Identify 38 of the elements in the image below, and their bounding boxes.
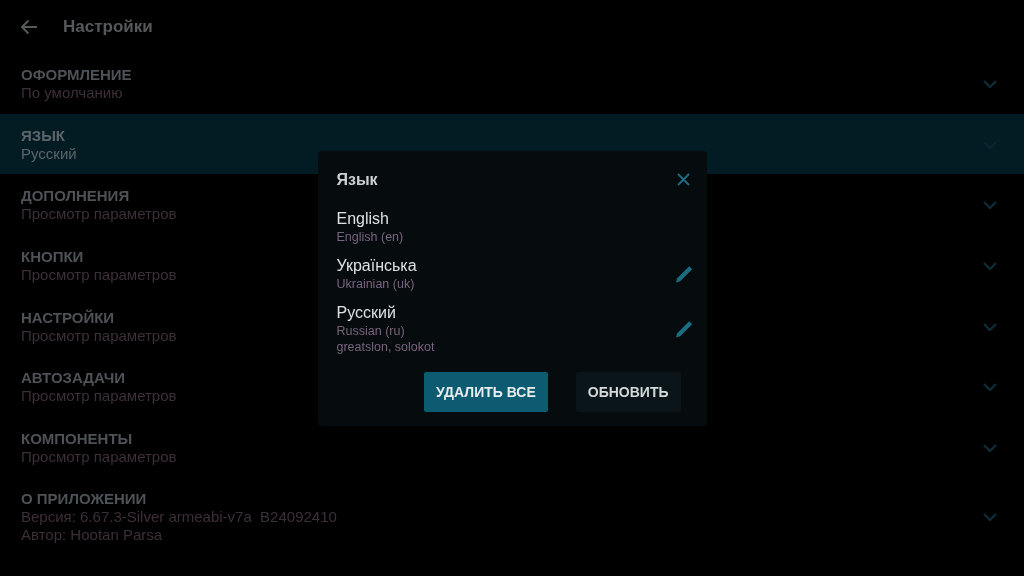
section-value: Просмотр параметров xyxy=(21,447,177,466)
chevron-down-icon xyxy=(983,261,997,270)
section-title[interactable]: КОМПОНЕНТЫ xyxy=(21,429,133,448)
section-title[interactable]: О ПРИЛОЖЕНИИ xyxy=(21,489,147,508)
language-detail: greatslon, solokot xyxy=(336,338,435,355)
section-value: Просмотр параметров xyxy=(21,205,177,224)
refresh-button[interactable]: ОБНОВИТЬ xyxy=(575,371,681,412)
section-value: Просмотр параметров xyxy=(21,387,177,406)
section-value: Автор: Hootan Parsa xyxy=(21,525,163,544)
back-icon[interactable] xyxy=(20,18,38,35)
section-value: Просмотр параметров xyxy=(21,265,177,284)
section-value: Русский xyxy=(21,144,77,163)
language-name[interactable]: Українська xyxy=(336,255,417,276)
chevron-down-icon xyxy=(983,201,997,210)
section-title[interactable]: ДОПОЛНЕНИЯ xyxy=(21,187,130,206)
chevron-down-icon xyxy=(983,383,997,392)
section-title[interactable]: ОФОРМЛЕНИЕ xyxy=(21,65,132,84)
section-title[interactable]: НАСТРОЙКИ xyxy=(21,308,115,327)
section-value: Просмотр параметров xyxy=(21,326,177,345)
chevron-down-icon xyxy=(983,443,997,452)
chevron-down-icon xyxy=(983,322,997,331)
language-detail: English (en) xyxy=(336,228,404,245)
pencil-icon[interactable] xyxy=(674,319,693,338)
section-title[interactable]: ЯЗЫК xyxy=(21,126,66,145)
language-detail: Ukrainian (uk) xyxy=(336,275,415,292)
pencil-icon[interactable] xyxy=(674,264,693,283)
delete-all-button[interactable]: УДАЛИТЬ ВСЕ xyxy=(424,371,548,412)
section-title[interactable]: КНОПКИ xyxy=(21,247,84,266)
section-value: По умолчанию xyxy=(21,83,123,102)
language-detail: Russian (ru) xyxy=(336,322,405,339)
section-value: Версия: 6.67.3-Silver armeabi-v7a B24092410 xyxy=(21,507,337,526)
section-title[interactable]: АВТОЗАДАЧИ xyxy=(21,369,126,388)
language-name[interactable]: English xyxy=(336,208,389,229)
chevron-down-icon xyxy=(983,79,997,88)
chevron-down-icon xyxy=(983,512,997,521)
close-icon[interactable] xyxy=(676,173,690,186)
language-name[interactable]: Русский xyxy=(336,302,396,323)
page-title: Настройки xyxy=(63,16,153,37)
